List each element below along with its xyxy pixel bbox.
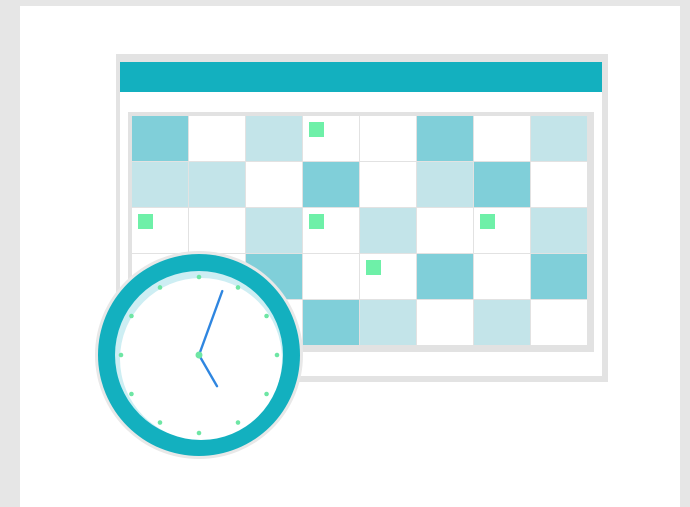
- calendar-cell: [246, 208, 302, 253]
- calendar-cell: [417, 162, 473, 207]
- illustration-card: [20, 6, 680, 507]
- clock-tick: [157, 285, 163, 290]
- clock-tick: [196, 430, 202, 436]
- calendar-header-bar: [120, 62, 602, 92]
- calendar-cell: [360, 116, 416, 161]
- calendar-cell: [189, 116, 245, 161]
- calendar-cell: [531, 208, 587, 253]
- clock-tick: [235, 285, 241, 290]
- calendar-cell: [531, 162, 587, 207]
- calendar-cell: [417, 208, 473, 253]
- clock-tick: [235, 420, 241, 425]
- calendar-cell: [417, 116, 473, 161]
- calendar-clock-illustration: [95, 54, 608, 459]
- calendar-cell: [303, 162, 359, 207]
- calendar-cell: [360, 162, 416, 207]
- calendar-cell: [474, 300, 530, 345]
- calendar-cell: [360, 300, 416, 345]
- calendar-cell: [189, 208, 245, 253]
- event-marker: [366, 260, 381, 275]
- calendar-cell: [417, 254, 473, 299]
- clock-tick: [129, 313, 134, 319]
- calendar-cell: [246, 116, 302, 161]
- calendar-cell: [474, 116, 530, 161]
- calendar-cell: [246, 162, 302, 207]
- calendar-cell: [531, 116, 587, 161]
- event-marker: [480, 214, 495, 229]
- event-marker: [309, 122, 324, 137]
- calendar-cell: [531, 254, 587, 299]
- clock-tick: [118, 352, 124, 358]
- clock-tick: [264, 313, 269, 319]
- clock-tick: [196, 274, 202, 280]
- clock-tick: [274, 352, 280, 358]
- calendar-cell: [417, 300, 473, 345]
- calendar-cell: [303, 300, 359, 345]
- clock: [95, 251, 303, 459]
- clock-tick: [157, 420, 163, 425]
- calendar-cell: [360, 208, 416, 253]
- calendar-cell: [474, 162, 530, 207]
- clock-center-pin: [195, 351, 203, 359]
- calendar-cell: [303, 254, 359, 299]
- calendar-cell: [474, 254, 530, 299]
- clock-tick: [264, 391, 269, 397]
- calendar-cell: [132, 162, 188, 207]
- calendar-cell: [132, 116, 188, 161]
- event-marker: [138, 214, 153, 229]
- calendar-cell: [531, 300, 587, 345]
- event-marker: [309, 214, 324, 229]
- clock-tick: [129, 391, 134, 397]
- calendar-cell: [189, 162, 245, 207]
